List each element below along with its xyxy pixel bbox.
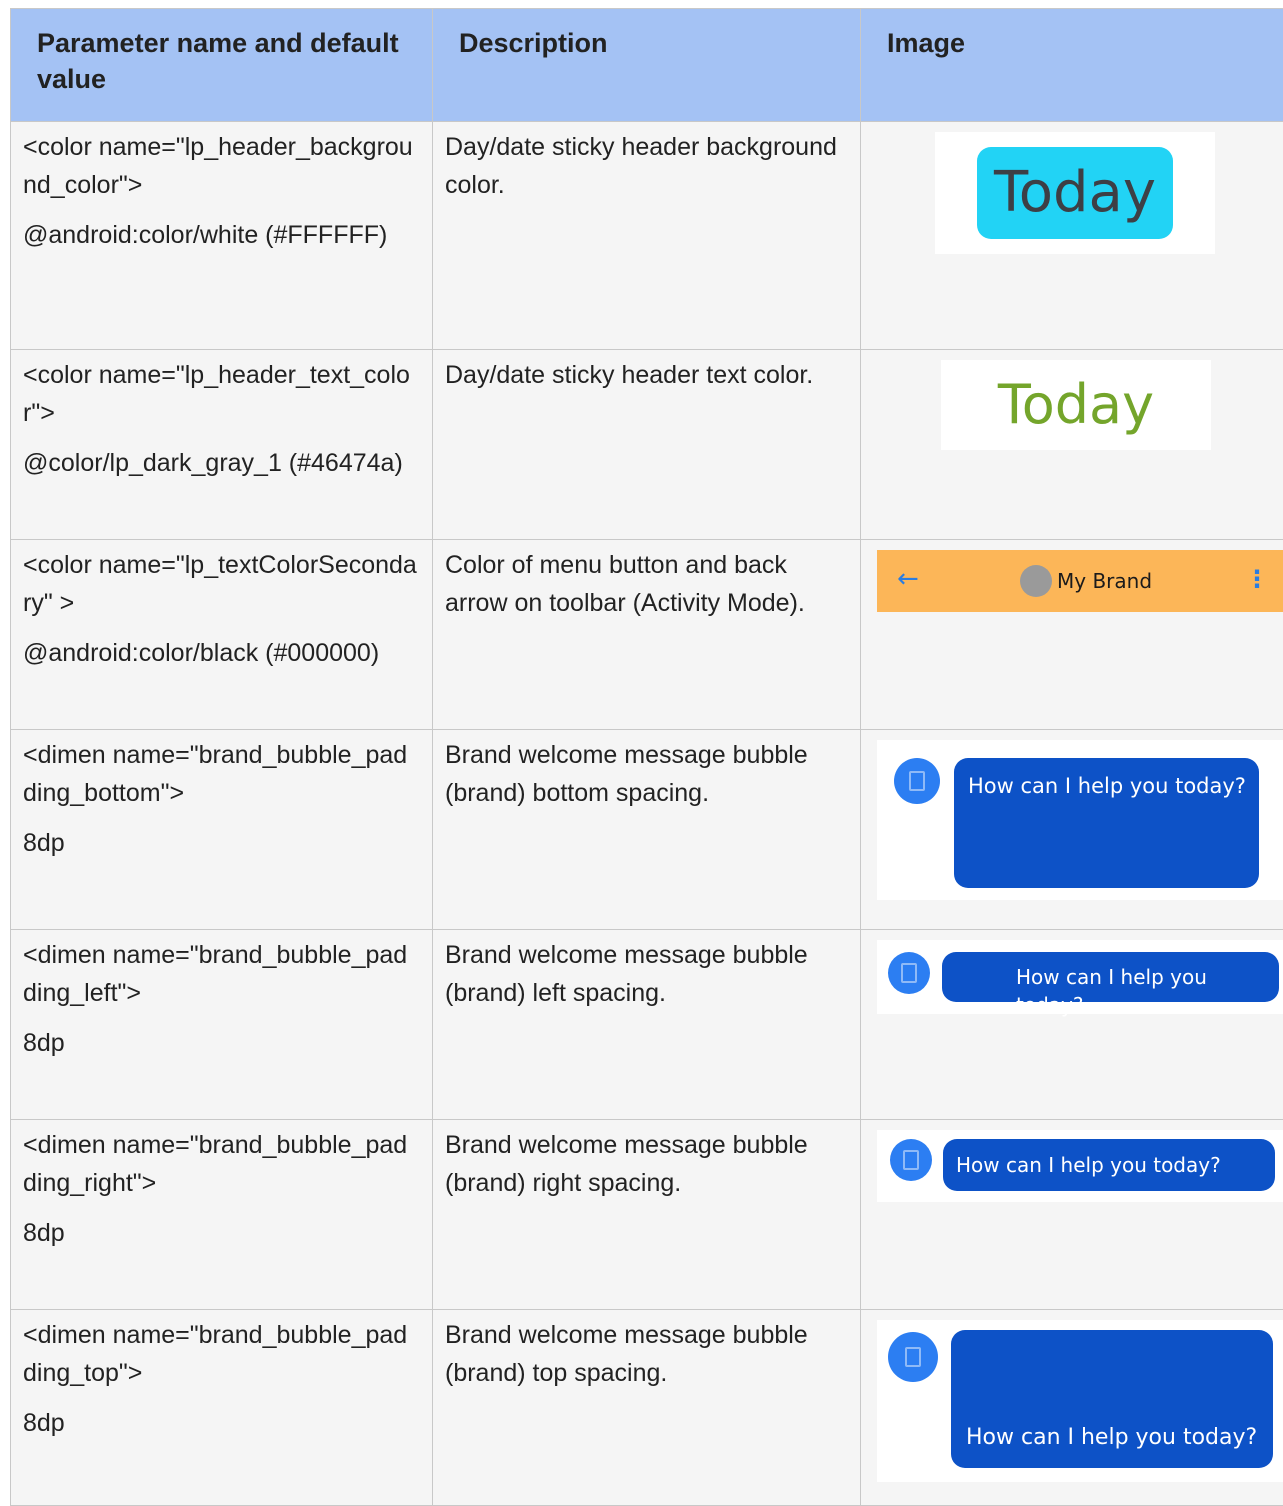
description-text: Brand welcome message bubble (brand) rig…: [445, 1126, 848, 1202]
header-description: Description: [433, 9, 861, 122]
building-icon: [888, 1332, 938, 1382]
building-icon: [890, 1139, 932, 1181]
param-cell: <dimen name="brand_bubble_padding_right"…: [11, 1120, 433, 1310]
param-name: <color name="lp_header_text_color">: [23, 356, 420, 432]
param-cell: <dimen name="brand_bubble_padding_bottom…: [11, 730, 433, 930]
building-icon: [894, 758, 940, 804]
description-text: Brand welcome message bubble (brand) top…: [445, 1316, 848, 1392]
description-cell: Brand welcome message bubble (brand) bot…: [433, 730, 861, 930]
table-row: <dimen name="brand_bubble_padding_left">…: [11, 930, 1283, 1120]
brand-avatar: [1020, 565, 1052, 597]
table-row: <color name="lp_textColorSecondary" > @a…: [11, 540, 1283, 730]
description-cell: Day/date sticky header text color.: [433, 350, 861, 540]
param-value: @android:color/white (#FFFFFF): [23, 216, 420, 254]
parameters-table: Parameter name and default value Descrip…: [10, 8, 1283, 1506]
param-cell: <color name="lp_header_background_color"…: [11, 122, 433, 350]
param-value: 8dp: [23, 1024, 420, 1062]
description-text: Brand welcome message bubble (brand) lef…: [445, 936, 848, 1012]
param-cell: <color name="lp_textColorSecondary" > @a…: [11, 540, 433, 730]
image-cell: Today: [861, 122, 1283, 350]
welcome-bubble: How can I help you today?: [942, 952, 1279, 1002]
today-header-text-image: Today: [941, 360, 1211, 450]
param-name: <dimen name="brand_bubble_padding_left">: [23, 936, 420, 1012]
param-name: <color name="lp_textColorSecondary" >: [23, 546, 420, 622]
param-name: <color name="lp_header_background_color"…: [23, 128, 420, 204]
overflow-menu-icon: ⋮: [1245, 564, 1269, 594]
param-value: 8dp: [23, 1214, 420, 1252]
toolbar-image: ← My Brand ⋮: [877, 550, 1283, 612]
image-cell: ← My Brand ⋮: [861, 540, 1283, 730]
param-name: <dimen name="brand_bubble_padding_top">: [23, 1316, 420, 1392]
table-row: <dimen name="brand_bubble_padding_top"> …: [11, 1310, 1283, 1506]
description-cell: Day/date sticky header background color.: [433, 122, 861, 350]
image-cell: Today: [861, 350, 1283, 540]
header-image: Image: [861, 9, 1283, 122]
param-name: <dimen name="brand_bubble_padding_bottom…: [23, 736, 420, 812]
table-row: <dimen name="brand_bubble_padding_bottom…: [11, 730, 1283, 930]
welcome-bubble: How can I help you today?: [943, 1139, 1275, 1191]
table-row: <color name="lp_header_text_color"> @col…: [11, 350, 1283, 540]
table-row: <color name="lp_header_background_color"…: [11, 122, 1283, 350]
param-value: @color/lp_dark_gray_1 (#46474a): [23, 444, 420, 482]
description-text: Day/date sticky header background color.: [445, 128, 848, 204]
description-cell: Brand welcome message bubble (brand) rig…: [433, 1120, 861, 1310]
image-cell: How can I help you today?: [861, 1120, 1283, 1310]
description-text: Day/date sticky header text color.: [445, 356, 848, 394]
description-cell: Brand welcome message bubble (brand) top…: [433, 1310, 861, 1506]
image-cell: How can I help you today?: [861, 1310, 1283, 1506]
param-value: 8dp: [23, 824, 420, 862]
param-value: @android:color/black (#000000): [23, 634, 420, 672]
toolbar-brand-name: My Brand: [1057, 568, 1152, 594]
table-header-row: Parameter name and default value Descrip…: [11, 9, 1283, 122]
description-cell: Brand welcome message bubble (brand) lef…: [433, 930, 861, 1120]
description-cell: Color of menu button and back arrow on t…: [433, 540, 861, 730]
welcome-bubble: How can I help you today?: [954, 758, 1259, 888]
description-text: Color of menu button and back arrow on t…: [445, 546, 848, 622]
param-cell: <dimen name="brand_bubble_padding_top"> …: [11, 1310, 433, 1506]
building-icon: [888, 952, 930, 994]
today-pill: Today: [977, 147, 1173, 239]
today-header-bg-image: Today: [935, 132, 1215, 254]
header-param: Parameter name and default value: [11, 9, 433, 122]
table-row: <dimen name="brand_bubble_padding_right"…: [11, 1120, 1283, 1310]
image-cell: How can I help you today?: [861, 730, 1283, 930]
bubble-top-image: How can I help you today?: [877, 1320, 1283, 1482]
bubble-left-image: How can I help you today?: [877, 940, 1283, 1014]
welcome-bubble: How can I help you today?: [951, 1330, 1273, 1468]
bubble-bottom-image: How can I help you today?: [877, 740, 1283, 900]
param-cell: <dimen name="brand_bubble_padding_left">…: [11, 930, 433, 1120]
param-value: 8dp: [23, 1404, 420, 1442]
param-cell: <color name="lp_header_text_color"> @col…: [11, 350, 433, 540]
back-arrow-icon: ←: [897, 564, 919, 594]
bubble-right-image: How can I help you today?: [877, 1130, 1283, 1202]
description-text: Brand welcome message bubble (brand) bot…: [445, 736, 848, 812]
param-name: <dimen name="brand_bubble_padding_right"…: [23, 1126, 420, 1202]
image-cell: How can I help you today?: [861, 930, 1283, 1120]
